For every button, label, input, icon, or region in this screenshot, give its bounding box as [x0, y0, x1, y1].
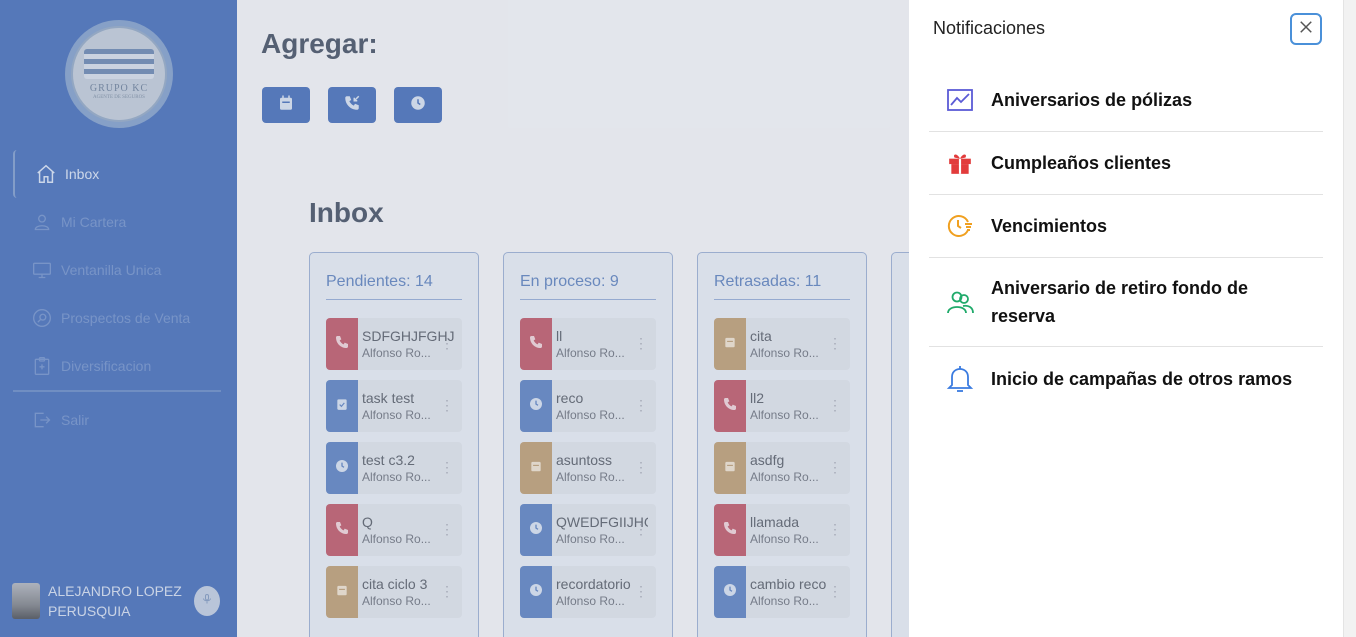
notification-label: Vencimientos	[991, 216, 1108, 236]
page-scrollbar[interactable]	[1343, 0, 1356, 637]
close-button[interactable]	[1290, 13, 1322, 45]
notifications-panel: Notificaciones Aniversarios de pólizas C…	[909, 0, 1343, 637]
panel-title: Notificaciones	[933, 18, 1046, 38]
notification-item-cumpleanos[interactable]: Cumpleaños clientes	[929, 132, 1323, 195]
notification-label: Cumpleaños clientes	[991, 153, 1172, 173]
clock-alert-icon	[945, 211, 975, 241]
modal-backdrop[interactable]	[0, 0, 909, 637]
notification-item-campanas[interactable]: Inicio de campañas de otros ramos	[929, 347, 1323, 410]
notification-label: Inicio de campañas de otros ramos	[991, 368, 1293, 389]
chart-line-icon	[945, 85, 975, 115]
close-icon	[1297, 18, 1315, 41]
notification-label: Aniversarios de pólizas	[991, 90, 1193, 110]
notification-label: Aniversario de retiro fondo de reserva	[991, 278, 1249, 326]
bell-icon	[945, 364, 975, 394]
notification-item-aniversarios[interactable]: Aniversarios de pólizas	[929, 69, 1323, 132]
notification-item-vencimientos[interactable]: Vencimientos	[929, 195, 1323, 258]
notification-list: Aniversarios de pólizas Cumpleaños clien…	[929, 69, 1323, 410]
notification-item-retiro-fondo[interactable]: Aniversario de retiro fondo de reserva	[929, 258, 1323, 347]
users-icon	[945, 287, 975, 317]
gift-icon	[945, 148, 975, 178]
